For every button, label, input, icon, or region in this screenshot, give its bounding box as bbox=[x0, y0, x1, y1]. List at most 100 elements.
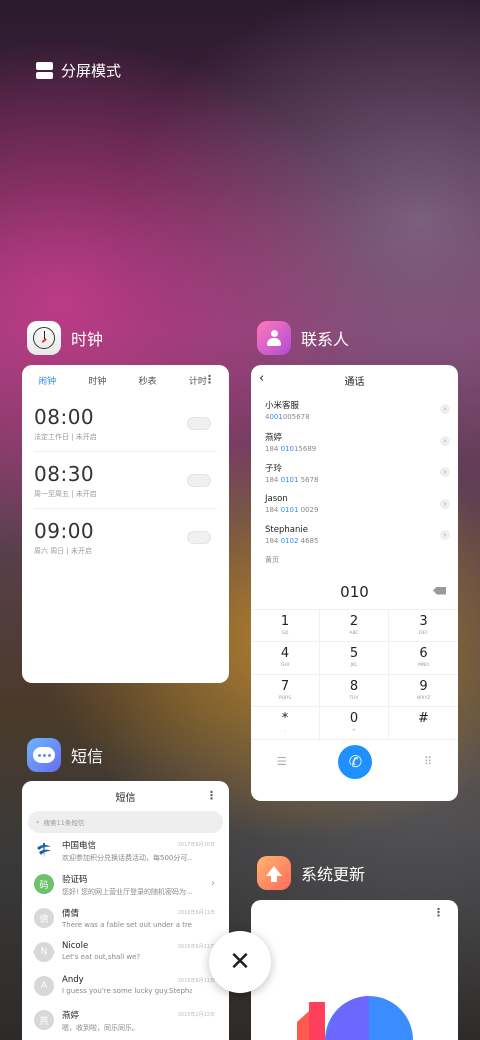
search-placeholder: 搜索11条短信 bbox=[43, 819, 85, 827]
split-screen-label: 分屏模式 bbox=[61, 62, 122, 80]
chevron-right-icon[interactable]: › bbox=[440, 530, 450, 540]
contact-item[interactable]: Stephanie 184 0102 4685 › bbox=[251, 521, 458, 553]
yellow-pages-label[interactable]: 黄页 bbox=[251, 555, 458, 575]
close-all-button[interactable]: ✕ bbox=[209, 931, 271, 993]
key-9[interactable]: 9 WXYZ bbox=[389, 675, 458, 707]
chevron-right-icon[interactable]: › bbox=[440, 435, 450, 446]
tab-alarm[interactable]: 闹钟 bbox=[38, 374, 56, 387]
clock-app-name: 时钟 bbox=[71, 330, 104, 349]
contact-item[interactable]: 燕婷 184 01015689 › bbox=[251, 427, 458, 459]
chevron-right-icon[interactable]: › bbox=[440, 498, 450, 509]
sms-header: 短信 ⋮ bbox=[22, 781, 229, 811]
key-4[interactable]: 4 GHI bbox=[251, 642, 320, 675]
key-3[interactable]: 3 DEF bbox=[389, 610, 458, 642]
contacts-app-header[interactable]: 联系人 bbox=[257, 321, 349, 355]
contact-item[interactable]: 子玲 184 0101 5678 › bbox=[251, 458, 458, 490]
dialer-bottom-bar: ☰ ✆ ⠿ bbox=[251, 740, 458, 784]
clock-app-icon bbox=[27, 321, 61, 355]
dialer-header: ‹ 通话 bbox=[251, 365, 458, 395]
message-date: 2016年6月11日 bbox=[177, 944, 215, 950]
alarm-item[interactable]: 08:00 法定工作日 | 未开启 bbox=[34, 395, 217, 452]
message-item[interactable]: 中国电信 欢迎参加积分兑换话费活动，每500分可… 2017年6月30日 bbox=[22, 833, 229, 867]
contact-number: 184 0102 4685 bbox=[265, 537, 319, 545]
contact-number: 184 0101 5678 bbox=[265, 476, 319, 484]
key-8[interactable]: 8 TUV bbox=[320, 674, 389, 707]
clock-tab-bar: 闹钟 时钟 秒表 计时 bbox=[22, 365, 229, 395]
dial-input-value: 010 bbox=[340, 582, 369, 601]
back-icon[interactable]: ‹ bbox=[259, 371, 264, 386]
update-app-header[interactable]: 系统更新 bbox=[257, 856, 365, 890]
alarm-item[interactable]: 09:00 周六 周日 | 未开启 bbox=[34, 509, 217, 566]
message-item[interactable]: 倩 倩倩 There was a fable set out under a t… bbox=[22, 901, 229, 935]
backspace-icon[interactable] bbox=[433, 586, 446, 595]
message-date: 2017年6月30日 bbox=[177, 842, 215, 848]
contact-number: 184 01015689 bbox=[265, 444, 317, 453]
key-6[interactable]: 6 MNO bbox=[389, 642, 458, 675]
message-date: 2016年6月11日 bbox=[177, 978, 215, 984]
sms-title: 短信 bbox=[115, 792, 136, 804]
contact-number: 4001005678 bbox=[265, 413, 310, 421]
avatar: 燕 bbox=[34, 1010, 54, 1030]
key-7[interactable]: 7 PQRS bbox=[251, 674, 320, 707]
contacts-app-card[interactable]: ‹ 通话 小米客服 4001005678 › 燕婷 184 01015689 ›… bbox=[251, 365, 458, 801]
contact-number: 184 0101 0029 bbox=[265, 505, 319, 514]
key-0[interactable]: 0 + bbox=[320, 707, 389, 740]
more-icon[interactable]: ⋮ bbox=[204, 373, 215, 386]
tab-clock[interactable]: 时钟 bbox=[88, 374, 106, 387]
contacts-app-icon bbox=[257, 321, 291, 355]
dial-input[interactable]: 010 bbox=[251, 575, 458, 609]
contact-name: 小米客服 bbox=[265, 401, 300, 411]
menu-icon[interactable]: ☰ bbox=[277, 755, 287, 768]
key-hash[interactable]: # bbox=[389, 707, 458, 740]
dialer-title: 通话 bbox=[344, 376, 365, 388]
update-app-name: 系统更新 bbox=[301, 865, 366, 884]
message-preview: 嗯，收到啦，同乐同乐。 bbox=[62, 1024, 139, 1032]
call-button[interactable]: ✆ bbox=[338, 744, 373, 779]
keypad-icon[interactable]: ⠿ bbox=[424, 755, 432, 768]
sms-search-input[interactable]: ⌕ 搜索11条短信 bbox=[28, 811, 223, 833]
contact-item[interactable]: Jason 184 0101 0029 › bbox=[251, 490, 458, 522]
alarm-item[interactable]: 08:30 周一至周五 | 未开启 bbox=[34, 452, 217, 509]
contact-item[interactable]: 小米客服 4001005678 › bbox=[251, 395, 458, 427]
clock-app-card[interactable]: 闹钟 时钟 秒表 计时 ⋮ 08:00 法定工作日 | 未开启 08:30 周一… bbox=[22, 365, 229, 683]
message-preview: There was a fable set out under a tree i… bbox=[62, 921, 192, 929]
alarm-subtitle: 法定工作日 | 未开启 bbox=[34, 433, 97, 441]
contact-name: Jason bbox=[265, 493, 288, 504]
alarm-subtitle: 周一至周五 | 未开启 bbox=[34, 490, 97, 498]
avatar: 倩 bbox=[34, 908, 54, 928]
alarm-subtitle: 周六 周日 | 未开启 bbox=[34, 547, 93, 555]
chevron-right-icon[interactable]: › bbox=[440, 467, 450, 477]
phone-icon: ✆ bbox=[348, 752, 363, 771]
split-screen-mode-button[interactable]: 分屏模式 bbox=[36, 60, 121, 81]
sms-app-header[interactable]: 短信 bbox=[27, 738, 103, 772]
close-icon: ✕ bbox=[229, 947, 251, 977]
sms-app-card[interactable]: 短信 ⋮ ⌕ 搜索11条短信 中国电信 欢迎参加积分兑换话费活动，每500分可…… bbox=[22, 781, 229, 1040]
message-preview: I guess you're some lucky guy.Stephan… bbox=[62, 987, 192, 995]
update-app-card[interactable]: ⋮ bbox=[251, 900, 458, 1040]
contact-name: 子玲 bbox=[265, 464, 283, 474]
message-date: 2015年2月22日 bbox=[177, 1012, 215, 1018]
key-2[interactable]: 2 ABC bbox=[320, 609, 389, 642]
sms-app-name: 短信 bbox=[71, 747, 104, 766]
more-icon[interactable]: ⋮ bbox=[206, 789, 217, 802]
message-item[interactable]: N Nicole Let's eat out,shall we? 2016年6月… bbox=[22, 935, 229, 969]
key-star[interactable]: *, bbox=[251, 707, 320, 740]
tab-stopwatch[interactable]: 秒表 bbox=[139, 374, 157, 387]
alarm-toggle[interactable] bbox=[187, 474, 211, 487]
alarm-toggle[interactable] bbox=[187, 417, 211, 430]
miui-10-logo-icon bbox=[297, 996, 413, 1040]
key-5[interactable]: 5 JKL bbox=[320, 642, 389, 675]
key-1[interactable]: 1 GD bbox=[251, 609, 320, 642]
more-icon[interactable]: ⋮ bbox=[433, 906, 444, 919]
avatar: N bbox=[34, 942, 54, 962]
avatar: A bbox=[34, 976, 54, 996]
alarm-toggle[interactable] bbox=[187, 531, 211, 544]
message-item[interactable]: 燕 燕婷 嗯，收到啦，同乐同乐。 2015年2月22日 bbox=[22, 1003, 229, 1037]
clock-app-header[interactable]: 时钟 bbox=[27, 321, 103, 355]
chevron-right-icon[interactable]: › bbox=[440, 404, 450, 414]
message-item[interactable]: 码 验证码 您好! 您的网上营业厅登录的随机密码为… › bbox=[22, 867, 229, 901]
message-preview: Let's eat out,shall we? bbox=[62, 953, 141, 961]
message-item[interactable]: A Andy I guess you're some lucky guy.Ste… bbox=[22, 969, 229, 1003]
chevron-right-icon[interactable]: › bbox=[211, 878, 215, 889]
sms-app-icon bbox=[27, 738, 61, 772]
